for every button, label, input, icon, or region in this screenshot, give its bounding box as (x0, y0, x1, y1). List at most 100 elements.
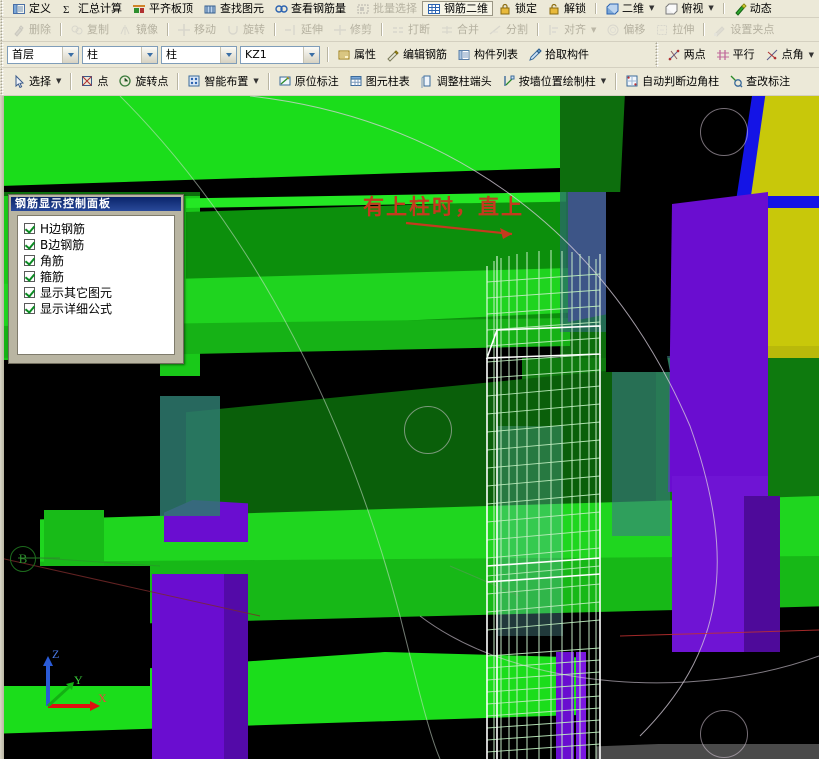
toolbar-button-check-edit-dim[interactable]: 查改标注 (724, 69, 795, 93)
toolbar-button-view-rebar-qty[interactable]: 查看钢筋量 (269, 1, 351, 16)
toolbar-button-component-list[interactable]: 构件列表 (452, 43, 523, 66)
toolbar-grip[interactable] (0, 42, 7, 67)
checkbox-row-b-side-rebar[interactable]: B边钢筋 (24, 236, 174, 252)
toolbar-grip[interactable] (0, 0, 7, 17)
toolbar-button-define[interactable]: 定义 (7, 1, 56, 16)
checkbox-corner-rebar[interactable] (24, 254, 35, 266)
toolbar-label: 合并 (457, 23, 479, 36)
toolbar-button-parallel[interactable]: 平行 (711, 43, 760, 66)
toolbar-button-stretch[interactable]: 拉伸 (650, 19, 699, 40)
chevron-down-icon[interactable] (141, 46, 157, 63)
toolbar-button-merge[interactable]: 合并 (435, 19, 484, 40)
checkbox-b-side-rebar[interactable] (24, 238, 35, 250)
toolbar-label: 拉伸 (672, 23, 695, 36)
toolbar-button-trim[interactable]: 修剪 (328, 19, 377, 40)
toolbar-button-align-slab-top[interactable]: 平齐板顶 (127, 1, 198, 16)
rebar-display-control-panel[interactable]: 钢筋显示控制面板 H边钢筋 B边钢筋 角筋 箍筋 显示其它图元 显示详细公式 (8, 194, 184, 364)
toolbar-label: 两点 (683, 48, 706, 61)
toolbar-button-split[interactable]: 分割 (484, 19, 533, 40)
toolbar-button-auto-corner-column[interactable]: 自动判断边角柱 (620, 69, 724, 93)
toolbar-grip[interactable] (0, 68, 7, 95)
checkbox-show-detailed-formula[interactable] (24, 302, 35, 314)
chevron-down-icon[interactable]: ▼ (708, 4, 713, 12)
toolbar-button-break[interactable]: 打断 (386, 19, 435, 40)
toolbar-grip[interactable] (0, 18, 7, 41)
align-icon (547, 23, 561, 37)
two-d-icon (605, 2, 619, 16)
toolbar-button-mirror[interactable]: 镜像 (114, 19, 163, 40)
chevron-down-icon[interactable]: ▼ (809, 51, 814, 59)
toolbar-button-batch-select[interactable]: 批量选择 (351, 1, 422, 16)
toolbar-button-rotate[interactable]: 旋转 (221, 19, 270, 40)
toolbar-label: 属性 (354, 48, 376, 61)
3d-viewport[interactable]: 有上柱时，直上 B Z Y X 钢筋显示控制面板 H边钢筋 B边钢筋 角筋 箍筋… (0, 96, 819, 759)
toolbar-button-dynamic[interactable]: 动态 (728, 1, 777, 16)
extend-icon (284, 23, 298, 37)
toolbar-row-edit: 删除 复制 镜像 移动 旋转 延伸 修剪 打断 合并 分割 对齐 ▼ 偏移 拉伸… (0, 18, 819, 42)
axis-marker-b[interactable]: B (10, 546, 36, 572)
toolbar-separator (177, 73, 179, 90)
checkbox-show-other-elements[interactable] (24, 286, 35, 298)
toolbar-button-point-angle[interactable]: 点角 ▼ (760, 43, 819, 66)
chevron-down-icon[interactable]: ▼ (591, 26, 596, 34)
component-name-value: KZ1 (245, 47, 267, 61)
toolbar-button-rebar-2d[interactable]: 钢筋二维 (422, 0, 493, 17)
checkbox-row-corner-rebar[interactable]: 角筋 (24, 252, 174, 268)
checkbox-row-stirrup[interactable]: 箍筋 (24, 268, 174, 284)
toolbar-label: 设置夹点 (730, 23, 775, 36)
toolbar-button-draw-column-by-wall[interactable]: 按墙位置绘制柱 ▼ (497, 69, 611, 93)
checkbox-h-side-rebar[interactable] (24, 222, 35, 234)
toolbar-button-extend[interactable]: 延伸 (279, 19, 328, 40)
toolbar-label: 原位标注 (294, 74, 339, 88)
toolbar-button-move[interactable]: 移动 (172, 19, 221, 40)
chevron-down-icon[interactable]: ▼ (253, 77, 258, 85)
toolbar-button-edit-rebar[interactable]: 编辑钢筋 (381, 43, 452, 66)
toolbar-button-delete[interactable]: 删除 (7, 19, 56, 40)
component-type-select[interactable]: 柱 (82, 45, 158, 64)
triad-label-x: X (98, 691, 107, 705)
toolbar-button-set-grip[interactable]: 设置夹点 (708, 19, 779, 40)
toolbar-button-smart-layout[interactable]: 智能布置 ▼ (182, 69, 263, 93)
chevron-down-icon[interactable] (220, 46, 236, 63)
component-category-value: 柱 (166, 47, 177, 61)
toolbar-button-unlock[interactable]: 解锁 (542, 1, 591, 16)
component-name-select[interactable]: KZ1 (240, 45, 320, 64)
toolbar-label: 构件列表 (474, 48, 518, 61)
checkbox-row-h-side-rebar[interactable]: H边钢筋 (24, 220, 174, 236)
toolbar-label: 钢筋二维 (444, 1, 488, 15)
floor-select[interactable]: 首层 (7, 45, 79, 64)
toolbar-label: 分割 (506, 23, 528, 36)
component-category-select[interactable]: 柱 (161, 45, 237, 64)
toolbar-button-align[interactable]: 对齐 ▼ (542, 19, 601, 40)
chevron-down-icon[interactable] (303, 46, 319, 63)
toolbar-button-offset[interactable]: 偏移 (601, 19, 650, 40)
toolbar-grip[interactable] (654, 42, 662, 67)
chevron-down-icon[interactable]: ▼ (649, 4, 654, 12)
toolbar-button-top-view[interactable]: 俯视 ▼ (659, 1, 718, 16)
two-point-icon (667, 48, 681, 62)
toolbar-label: 动态 (749, 1, 772, 15)
checkbox-row-show-other-elements[interactable]: 显示其它图元 (24, 284, 174, 300)
toolbar-button-copy[interactable]: 复制 (65, 19, 114, 40)
toolbar-button-element-column-table[interactable]: 图元柱表 (344, 69, 415, 93)
toolbar-button-lock[interactable]: 锁定 (493, 1, 542, 16)
chevron-down-icon[interactable]: ▼ (601, 77, 606, 85)
chevron-down-icon[interactable]: ▼ (56, 77, 61, 85)
toolbar-button-two-d[interactable]: 二维 ▼ (600, 1, 659, 16)
checkbox-stirrup[interactable] (24, 270, 35, 282)
toolbar-button-select[interactable]: 选择 ▼ (7, 69, 66, 93)
panel-teal-left (160, 396, 220, 516)
toolbar-button-in-place-dim[interactable]: 原位标注 (273, 69, 344, 93)
toolbar-button-pick-component[interactable]: 拾取构件 (523, 43, 594, 66)
toolbar-button-summary-calc[interactable]: Σ 汇总计算 (56, 1, 127, 16)
toolbar-button-find-element[interactable]: 查找图元 (198, 1, 269, 16)
toolbar-button-two-point[interactable]: 两点 (662, 43, 711, 66)
application-window: 定义 Σ 汇总计算 平齐板顶 查找图元 查看钢筋量 批量选择 钢筋二维 锁定 解… (0, 0, 819, 759)
toolbar-button-rotate-point[interactable]: 旋转点 (113, 69, 173, 93)
toolbar-button-point[interactable]: 点 (75, 69, 113, 93)
chevron-down-icon[interactable] (62, 46, 78, 63)
toolbar-button-adjust-column-end[interactable]: 调整柱端头 (415, 69, 497, 93)
toolbar-button-properties[interactable]: 属性 (332, 43, 381, 66)
checkbox-label: H边钢筋 (40, 221, 86, 236)
checkbox-row-show-detailed-formula[interactable]: 显示详细公式 (24, 300, 174, 316)
